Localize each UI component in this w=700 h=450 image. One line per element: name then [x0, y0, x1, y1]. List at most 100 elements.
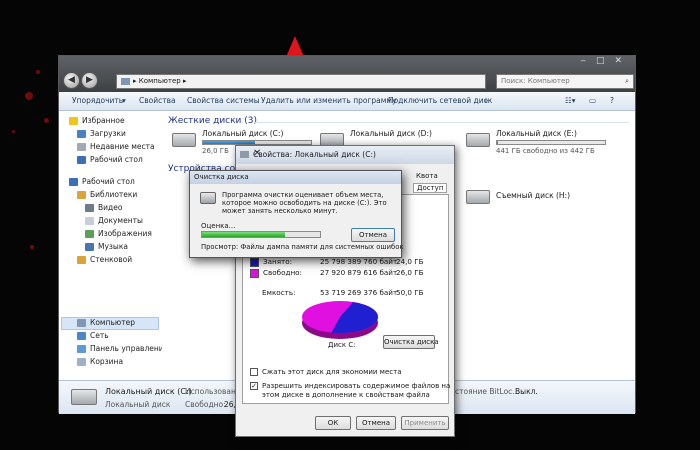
music-icon — [85, 243, 94, 251]
used-space-row: Занято: — [250, 257, 292, 267]
sidebar-item-recycle-bin[interactable]: Корзина — [77, 357, 123, 366]
help-icon[interactable]: ? — [610, 96, 614, 105]
forward-button[interactable]: ▶ — [81, 72, 98, 89]
sidebar-item-downloads[interactable]: Загрузки — [77, 129, 126, 138]
organize-button[interactable]: Упорядочить — [72, 96, 123, 105]
compress-drive-checkbox[interactable]: Сжать этот диск для экономии места — [250, 368, 450, 378]
hard-drive-icon — [172, 133, 196, 147]
system-properties-button[interactable]: Свойства системы — [187, 96, 260, 105]
sidebar-item-music[interactable]: Музыка — [85, 242, 128, 251]
recycle-bin-icon — [77, 358, 86, 366]
view-options-icon[interactable]: ☷▾ — [565, 96, 576, 105]
disk-usage-pie — [300, 298, 380, 344]
index-contents-checkbox[interactable]: ✓ Разрешить индексировать содержимое файл… — [250, 382, 450, 402]
navigation-pane: Избранное Загрузки Недавние места Рабочи… — [59, 112, 168, 380]
red-splatter — [36, 70, 40, 74]
used-space-bytes: 25 798 389 760 байт — [320, 257, 398, 266]
disk-cleanup-icon — [200, 192, 216, 204]
sidebar-item-video[interactable]: Видео — [85, 203, 122, 212]
documents-icon — [85, 217, 94, 225]
control-panel-icon — [77, 345, 86, 353]
map-network-drive-button[interactable]: Подключить сетевой диск — [388, 96, 492, 105]
sidebar-favorites[interactable]: Избранное — [69, 116, 125, 125]
capacity-gb: 50,0 ГБ — [396, 288, 424, 297]
sidebar-desktop[interactable]: Рабочий стол — [69, 177, 135, 186]
red-splatter — [25, 92, 33, 100]
red-splatter — [44, 118, 49, 123]
sidebar-item-desktop-fav[interactable]: Рабочий стол — [77, 155, 143, 164]
desktop-icon — [69, 178, 78, 186]
downloads-icon — [77, 130, 86, 138]
used-space-gb: 24,0 ГБ — [396, 257, 424, 266]
drive-item[interactable]: Локальный диск (E:) 441 ГБ свободно из 4… — [466, 129, 626, 157]
scanning-status: Просмотр: Файлы дампа памяти для системн… — [201, 243, 404, 251]
sidebar-item-images[interactable]: Изображения — [85, 229, 152, 238]
preview-pane-icon[interactable]: ▭ — [589, 96, 596, 105]
computer-icon — [77, 319, 86, 327]
removable-drive-item[interactable]: Съемный диск (H:) — [466, 186, 606, 208]
star-icon — [69, 117, 78, 125]
cleanup-progress-bar — [201, 231, 321, 238]
details-free-label: Свободно: — [185, 400, 226, 409]
properties-button[interactable]: Свойства — [139, 96, 176, 105]
drive-usage-bar — [496, 140, 606, 145]
details-bitlocker-label: стояние BitLoc... — [455, 387, 520, 396]
check-icon: ✓ — [250, 382, 258, 390]
sidebar-libraries[interactable]: Библиотеки — [77, 190, 137, 199]
tab-sharing[interactable]: Доступ — [413, 183, 448, 193]
disk-cleanup-dialog: Очистка диска Программа очистки оценивае… — [189, 170, 404, 258]
dialog-title-bar: Свойства: Локальный диск (C:) ✕ — [236, 146, 454, 164]
ok-button[interactable]: ОК — [315, 416, 351, 430]
capacity-label: Емкость: — [262, 288, 296, 297]
sidebar-item-computer[interactable]: Компьютер — [77, 318, 135, 327]
desktop-icon — [77, 156, 86, 164]
uninstall-program-button[interactable]: Удалить или изменить программу — [261, 96, 397, 105]
more-commands-button[interactable]: » — [484, 96, 489, 105]
cleanup-message: Программа очистки оценивает объем места,… — [222, 191, 387, 215]
recent-places-icon — [77, 143, 86, 151]
estimate-label: Оценка... — [201, 222, 236, 230]
sidebar-item-user[interactable]: Стенковой — [77, 255, 132, 264]
cleanup-cancel-button[interactable]: Отмена — [351, 228, 395, 242]
hard-drive-icon — [466, 133, 490, 147]
free-space-gb: 26,0 ГБ — [396, 268, 424, 277]
cleanup-title-bar: Очистка диска — [190, 171, 401, 184]
details-bitlocker-value: Выкл. — [515, 387, 538, 396]
details-drive-type: Локальный диск — [105, 400, 171, 409]
disk-usage-pie-svg — [302, 301, 378, 339]
title-bar: ‒□✕ ◀ ▶ ▸ Компьютер ▸ Поиск: Компьютер ⌕ — [59, 56, 635, 92]
images-icon — [85, 230, 94, 238]
disk-label: Диск C: — [328, 341, 356, 349]
search-input[interactable]: Поиск: Компьютер ⌕ — [496, 74, 634, 89]
network-icon — [77, 332, 86, 340]
cancel-button[interactable]: Отмена — [356, 416, 396, 430]
disk-cleanup-button[interactable]: Очистка диска — [383, 335, 439, 349]
sidebar-item-control-panel[interactable]: Панель управления — [77, 344, 168, 353]
close-icon[interactable]: ✕ — [253, 148, 448, 159]
cleanup-title: Очистка диска — [194, 173, 249, 181]
sidebar-item-network[interactable]: Сеть — [77, 331, 109, 340]
tab-quota[interactable]: Квота — [416, 172, 438, 180]
capacity-bytes: 53 719 269 376 байт — [320, 288, 398, 297]
sidebar-item-recent[interactable]: Недавние места — [77, 142, 155, 151]
window-controls[interactable]: ‒□✕ — [580, 56, 632, 69]
removable-drive-icon — [466, 190, 490, 204]
address-bar[interactable]: ▸ Компьютер ▸ — [116, 74, 486, 89]
hard-drive-icon — [71, 389, 97, 405]
back-button[interactable]: ◀ — [63, 72, 80, 89]
hard-drive-icon — [240, 151, 249, 158]
hdd-group-header[interactable]: Жесткие диски (3) — [168, 116, 257, 126]
libraries-icon — [77, 191, 86, 199]
address-text: Компьютер — [138, 77, 181, 85]
free-space-row: Свободно: — [250, 268, 302, 278]
red-splatter — [30, 245, 34, 249]
red-splatter — [12, 130, 15, 133]
sidebar-item-documents[interactable]: Документы — [85, 216, 143, 225]
free-space-bytes: 27 920 879 616 байт — [320, 268, 398, 277]
used-color-swatch — [250, 257, 259, 267]
search-icon: ⌕ — [625, 77, 629, 85]
apply-button[interactable]: Применить — [401, 416, 449, 430]
user-folder-icon — [77, 256, 86, 264]
computer-icon — [121, 77, 130, 85]
free-color-swatch — [250, 268, 259, 278]
